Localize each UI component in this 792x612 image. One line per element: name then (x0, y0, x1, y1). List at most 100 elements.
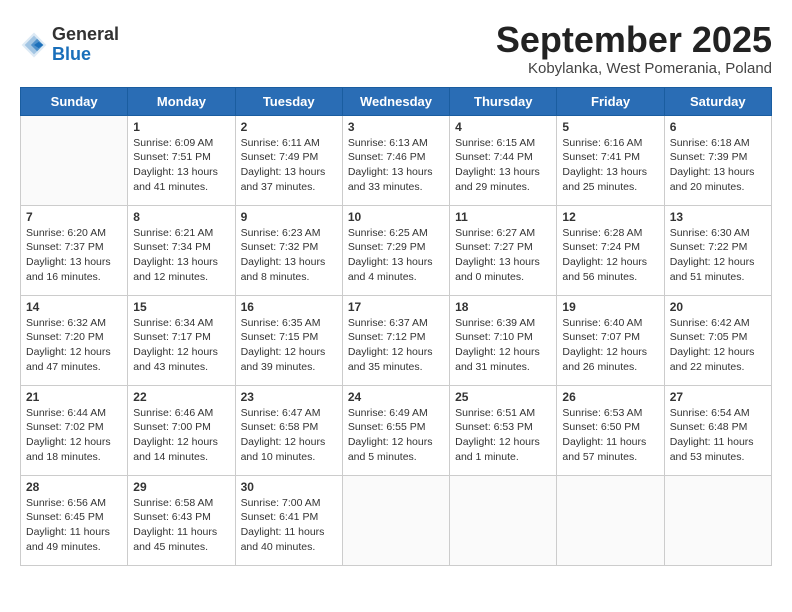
day-number: 23 (241, 390, 337, 404)
day-number: 7 (26, 210, 122, 224)
calendar-cell (342, 475, 449, 565)
day-number: 12 (562, 210, 658, 224)
day-number: 29 (133, 480, 229, 494)
calendar-cell: 19 Sunrise: 6:40 AMSunset: 7:07 PMDayligh… (557, 295, 664, 385)
calendar-week-5: 28 Sunrise: 6:56 AMSunset: 6:45 PMDayligh… (21, 475, 772, 565)
day-number: 17 (348, 300, 444, 314)
logo: General Blue (20, 25, 119, 65)
day-number: 25 (455, 390, 551, 404)
title-block: September 2025 Kobylanka, West Pomerania… (496, 20, 772, 77)
day-info: Sunrise: 6:09 AMSunset: 7:51 PMDaylight:… (133, 136, 229, 195)
calendar-cell: 30 Sunrise: 7:00 AMSunset: 6:41 PMDayligh… (235, 475, 342, 565)
month-title: September 2025 (496, 20, 772, 60)
calendar-cell: 1Sunrise: 6:09 AMSunset: 7:51 PMDaylight… (128, 115, 235, 205)
page-header: General Blue September 2025 Kobylanka, W… (20, 20, 772, 77)
calendar-cell: 15 Sunrise: 6:34 AMSunset: 7:17 PMDayligh… (128, 295, 235, 385)
calendar-cell: 28 Sunrise: 6:56 AMSunset: 6:45 PMDayligh… (21, 475, 128, 565)
day-number: 19 (562, 300, 658, 314)
day-number: 10 (348, 210, 444, 224)
day-number: 27 (670, 390, 766, 404)
calendar-cell: 22Sunrise: 6:46 AMSunset: 7:00 PMDayligh… (128, 385, 235, 475)
day-info: Sunrise: 6:11 AMSunset: 7:49 PMDaylight:… (241, 136, 337, 195)
calendar-cell: 6 Sunrise: 6:18 AMSunset: 7:39 PMDaylight… (664, 115, 771, 205)
day-number: 5 (562, 120, 658, 134)
calendar-cell: 24Sunrise: 6:49 AMSunset: 6:55 PMDayligh… (342, 385, 449, 475)
day-info: Sunrise: 6:56 AMSunset: 6:45 PMDaylight:… (26, 496, 122, 555)
day-number: 20 (670, 300, 766, 314)
day-info: Sunrise: 6:21 AMSunset: 7:34 PMDaylight:… (133, 226, 229, 285)
logo-text: General Blue (52, 25, 119, 65)
day-info: Sunrise: 6:54 AMSunset: 6:48 PMDaylight:… (670, 406, 766, 465)
calendar-cell: 13 Sunrise: 6:30 AMSunset: 7:22 PMDayligh… (664, 205, 771, 295)
calendar-cell: 7 Sunrise: 6:20 AMSunset: 7:37 PMDaylight… (21, 205, 128, 295)
day-info: Sunrise: 6:16 AMSunset: 7:41 PMDaylight:… (562, 136, 658, 195)
day-number: 15 (133, 300, 229, 314)
calendar-table: SundayMondayTuesdayWednesdayThursdayFrid… (20, 87, 772, 566)
logo-icon (20, 31, 48, 59)
day-number: 3 (348, 120, 444, 134)
day-number: 6 (670, 120, 766, 134)
calendar-header-sunday: Sunday (21, 87, 128, 115)
calendar-cell: 20 Sunrise: 6:42 AMSunset: 7:05 PMDayligh… (664, 295, 771, 385)
day-number: 4 (455, 120, 551, 134)
calendar-cell (21, 115, 128, 205)
calendar-header-wednesday: Wednesday (342, 87, 449, 115)
calendar-header-row: SundayMondayTuesdayWednesdayThursdayFrid… (21, 87, 772, 115)
day-number: 26 (562, 390, 658, 404)
calendar-cell (450, 475, 557, 565)
day-info: Sunrise: 6:30 AMSunset: 7:22 PMDaylight:… (670, 226, 766, 285)
calendar-cell: 18 Sunrise: 6:39 AMSunset: 7:10 PMDayligh… (450, 295, 557, 385)
calendar-cell: 5 Sunrise: 6:16 AMSunset: 7:41 PMDaylight… (557, 115, 664, 205)
day-info: Sunrise: 7:00 AMSunset: 6:41 PMDaylight:… (241, 496, 337, 555)
calendar-cell: 16Sunrise: 6:35 AMSunset: 7:15 PMDayligh… (235, 295, 342, 385)
calendar-cell: 9 Sunrise: 6:23 AMSunset: 7:32 PMDaylight… (235, 205, 342, 295)
calendar-cell: 27 Sunrise: 6:54 AMSunset: 6:48 PMDayligh… (664, 385, 771, 475)
day-info: Sunrise: 6:35 AMSunset: 7:15 PMDaylight:… (241, 316, 337, 375)
day-number: 18 (455, 300, 551, 314)
calendar-body: 1Sunrise: 6:09 AMSunset: 7:51 PMDaylight… (21, 115, 772, 565)
calendar-cell: 17 Sunrise: 6:37 AMSunset: 7:12 PMDayligh… (342, 295, 449, 385)
calendar-cell: 29 Sunrise: 6:58 AMSunset: 6:43 PMDayligh… (128, 475, 235, 565)
day-info: Sunrise: 6:44 AMSunset: 7:02 PMDaylight:… (26, 406, 122, 465)
calendar-header-thursday: Thursday (450, 87, 557, 115)
calendar-cell: 8 Sunrise: 6:21 AMSunset: 7:34 PMDaylight… (128, 205, 235, 295)
day-info: Sunrise: 6:46 AMSunset: 7:00 PMDaylight:… (133, 406, 229, 465)
calendar-cell: 12 Sunrise: 6:28 AMSunset: 7:24 PMDayligh… (557, 205, 664, 295)
day-info: Sunrise: 6:27 AMSunset: 7:27 PMDaylight:… (455, 226, 551, 285)
day-number: 11 (455, 210, 551, 224)
day-info: Sunrise: 6:58 AMSunset: 6:43 PMDaylight:… (133, 496, 229, 555)
calendar-cell (664, 475, 771, 565)
day-info: Sunrise: 6:18 AMSunset: 7:39 PMDaylight:… (670, 136, 766, 195)
calendar-cell: 26 Sunrise: 6:53 AMSunset: 6:50 PMDayligh… (557, 385, 664, 475)
day-number: 28 (26, 480, 122, 494)
calendar-header-friday: Friday (557, 87, 664, 115)
day-number: 2 (241, 120, 337, 134)
day-info: Sunrise: 6:15 AMSunset: 7:44 PMDaylight:… (455, 136, 551, 195)
calendar-cell: 23Sunrise: 6:47 AMSunset: 6:58 PMDayligh… (235, 385, 342, 475)
day-info: Sunrise: 6:23 AMSunset: 7:32 PMDaylight:… (241, 226, 337, 285)
calendar-cell: 2 Sunrise: 6:11 AMSunset: 7:49 PMDaylight… (235, 115, 342, 205)
day-info: Sunrise: 6:34 AMSunset: 7:17 PMDaylight:… (133, 316, 229, 375)
day-number: 21 (26, 390, 122, 404)
day-number: 14 (26, 300, 122, 314)
calendar-cell: 3Sunrise: 6:13 AMSunset: 7:46 PMDaylight… (342, 115, 449, 205)
day-info: Sunrise: 6:39 AMSunset: 7:10 PMDaylight:… (455, 316, 551, 375)
day-info: Sunrise: 6:20 AMSunset: 7:37 PMDaylight:… (26, 226, 122, 285)
day-number: 13 (670, 210, 766, 224)
day-info: Sunrise: 6:42 AMSunset: 7:05 PMDaylight:… (670, 316, 766, 375)
day-info: Sunrise: 6:37 AMSunset: 7:12 PMDaylight:… (348, 316, 444, 375)
day-number: 8 (133, 210, 229, 224)
calendar-cell: 21 Sunrise: 6:44 AMSunset: 7:02 PMDayligh… (21, 385, 128, 475)
day-info: Sunrise: 6:25 AMSunset: 7:29 PMDaylight:… (348, 226, 444, 285)
day-number: 9 (241, 210, 337, 224)
day-info: Sunrise: 6:53 AMSunset: 6:50 PMDaylight:… (562, 406, 658, 465)
calendar-cell: 10 Sunrise: 6:25 AMSunset: 7:29 PMDayligh… (342, 205, 449, 295)
day-number: 24 (348, 390, 444, 404)
calendar-cell: 11 Sunrise: 6:27 AMSunset: 7:27 PMDayligh… (450, 205, 557, 295)
calendar-week-4: 21 Sunrise: 6:44 AMSunset: 7:02 PMDayligh… (21, 385, 772, 475)
day-info: Sunrise: 6:28 AMSunset: 7:24 PMDaylight:… (562, 226, 658, 285)
day-info: Sunrise: 6:40 AMSunset: 7:07 PMDaylight:… (562, 316, 658, 375)
calendar-header-tuesday: Tuesday (235, 87, 342, 115)
day-number: 30 (241, 480, 337, 494)
calendar-cell: 4 Sunrise: 6:15 AMSunset: 7:44 PMDaylight… (450, 115, 557, 205)
